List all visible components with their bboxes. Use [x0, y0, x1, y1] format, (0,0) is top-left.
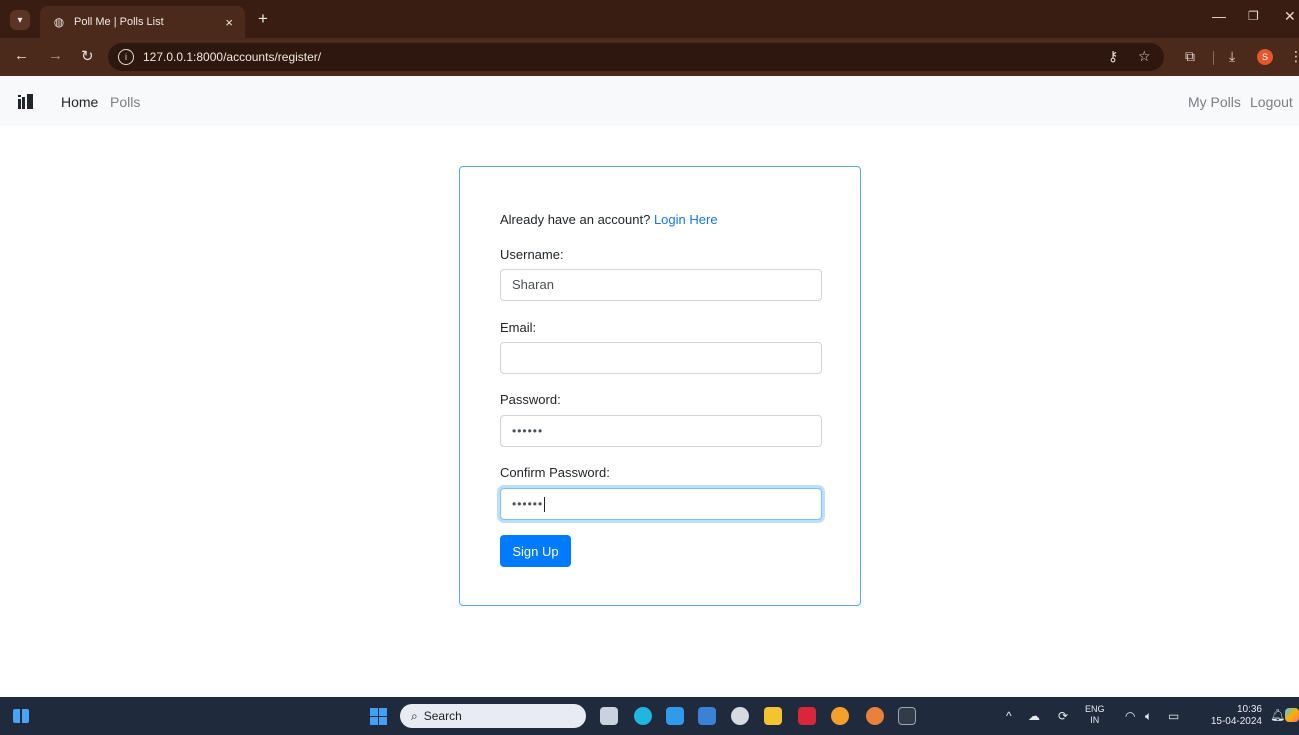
username-label: Username: [500, 247, 564, 262]
username-value: Sharan [512, 277, 554, 292]
login-prompt: Already have an account? Login Here [500, 212, 718, 227]
volume-muted-icon[interactable]: 🔈︎ [1145, 709, 1152, 724]
confirm-password-label: Confirm Password: [500, 465, 610, 480]
system-clock[interactable]: 10:36 15-04-2024 [1210, 704, 1262, 728]
login-prompt-text: Already have an account? [500, 212, 651, 227]
clock-time: 10:36 [1236, 704, 1262, 715]
clock-date: 15-04-2024 [1210, 716, 1262, 727]
nav-logout-link[interactable]: Logout [1250, 94, 1293, 110]
site-info-icon[interactable]: i [118, 49, 134, 65]
notification-bell-icon[interactable]: 🔔︎ [1270, 708, 1285, 722]
file-explorer-icon[interactable] [764, 707, 782, 725]
tab-title: Poll Me | Polls List [74, 16, 164, 28]
terminal-icon[interactable] [898, 707, 916, 725]
nav-my-polls-link[interactable]: My Polls [1188, 94, 1241, 110]
taskbar-search-label: Search [423, 709, 462, 723]
bookmark-star-icon[interactable]: ☆ [1138, 48, 1151, 65]
password-key-icon[interactable]: ⚷ [1108, 48, 1118, 65]
password-label: Password: [500, 392, 561, 407]
window-close-icon[interactable]: ✕ [1284, 8, 1296, 25]
address-bar[interactable]: i 127.0.0.1:8000/accounts/register/ ⚷ ☆ [108, 43, 1164, 71]
close-tab-icon[interactable]: × [225, 15, 233, 30]
task-view-icon[interactable] [600, 707, 618, 725]
browser-tab[interactable]: ◍ Poll Me | Polls List × [40, 6, 245, 38]
lang-top: ENG [1085, 704, 1105, 714]
copilot-icon[interactable] [1285, 708, 1299, 722]
brand-logo-icon[interactable] [18, 94, 34, 109]
confirm-password-value: •••••• [512, 497, 544, 511]
sync-icon[interactable]: ⟳ [1058, 709, 1068, 723]
new-tab-button[interactable]: + [258, 9, 268, 29]
confirm-password-input[interactable]: •••••• [500, 488, 822, 520]
globe-icon: ◍ [53, 15, 65, 29]
extensions-icon[interactable]: ⧉ [1185, 48, 1195, 65]
nav-polls-link[interactable]: Polls [110, 94, 140, 110]
store-icon[interactable] [698, 707, 716, 725]
browser-tabstrip: ▾ ◍ Poll Me | Polls List × + — ❐ ✕ [0, 0, 1299, 38]
email-input[interactable] [500, 342, 822, 374]
username-input[interactable]: Sharan [500, 269, 822, 301]
restore-icon[interactable]: ❐ [1248, 9, 1259, 23]
register-card: Already have an account? Login Here User… [459, 166, 861, 606]
windows-start-icon[interactable] [370, 708, 387, 725]
sign-up-button[interactable]: Sign Up [500, 535, 571, 567]
email-label: Email: [500, 320, 537, 335]
mcafee-icon[interactable] [798, 707, 816, 725]
chrome-profile-icon[interactable] [866, 707, 884, 725]
minimize-icon[interactable]: — [1212, 8, 1226, 24]
edge-icon[interactable] [634, 707, 652, 725]
widgets-icon[interactable] [13, 709, 29, 723]
chevron-up-icon[interactable]: ^ [1006, 709, 1012, 723]
lang-bottom: IN [1090, 715, 1100, 725]
menu-kebab-icon[interactable]: ⋮ [1289, 48, 1299, 65]
toolbar-divider [1213, 51, 1214, 65]
download-icon[interactable]: ⤓ [1229, 48, 1235, 65]
text-caret [544, 497, 546, 513]
site-navbar: Home Polls My Polls Logout [0, 76, 1299, 126]
back-icon[interactable]: ← [14, 47, 29, 64]
url-text: 127.0.0.1:8000/accounts/register/ [143, 50, 322, 64]
os-taskbar: ⌕ Search ^ ☁ ⟳ ENG IN ◠ 🔈︎ ▭ 10:36 15-04… [0, 697, 1299, 735]
onedrive-icon[interactable]: ☁ [1028, 709, 1040, 723]
wifi-icon[interactable]: ◠ [1125, 709, 1135, 723]
input-language[interactable]: ENG IN [1085, 704, 1105, 726]
taskbar-search[interactable]: ⌕ Search [400, 704, 586, 728]
chevron-down-icon: ▾ [17, 14, 23, 26]
forward-icon[interactable]: → [48, 47, 63, 64]
password-input[interactable]: •••••• [500, 415, 822, 447]
tab-search-button[interactable]: ▾ [10, 10, 30, 30]
chrome-icon[interactable] [831, 707, 849, 725]
browser-toolbar: ← → ↻ i 127.0.0.1:8000/accounts/register… [0, 38, 1299, 76]
nav-home-link[interactable]: Home [61, 94, 98, 110]
reload-icon[interactable]: ↻ [81, 47, 94, 65]
battery-icon[interactable]: ▭ [1168, 709, 1179, 723]
search-icon: ⌕ [411, 708, 418, 723]
login-here-link[interactable]: Login Here [654, 212, 718, 227]
password-value: •••••• [512, 424, 544, 438]
dell-icon[interactable] [731, 707, 749, 725]
profile-avatar[interactable]: S [1257, 49, 1273, 65]
vscode-icon[interactable] [666, 707, 684, 725]
